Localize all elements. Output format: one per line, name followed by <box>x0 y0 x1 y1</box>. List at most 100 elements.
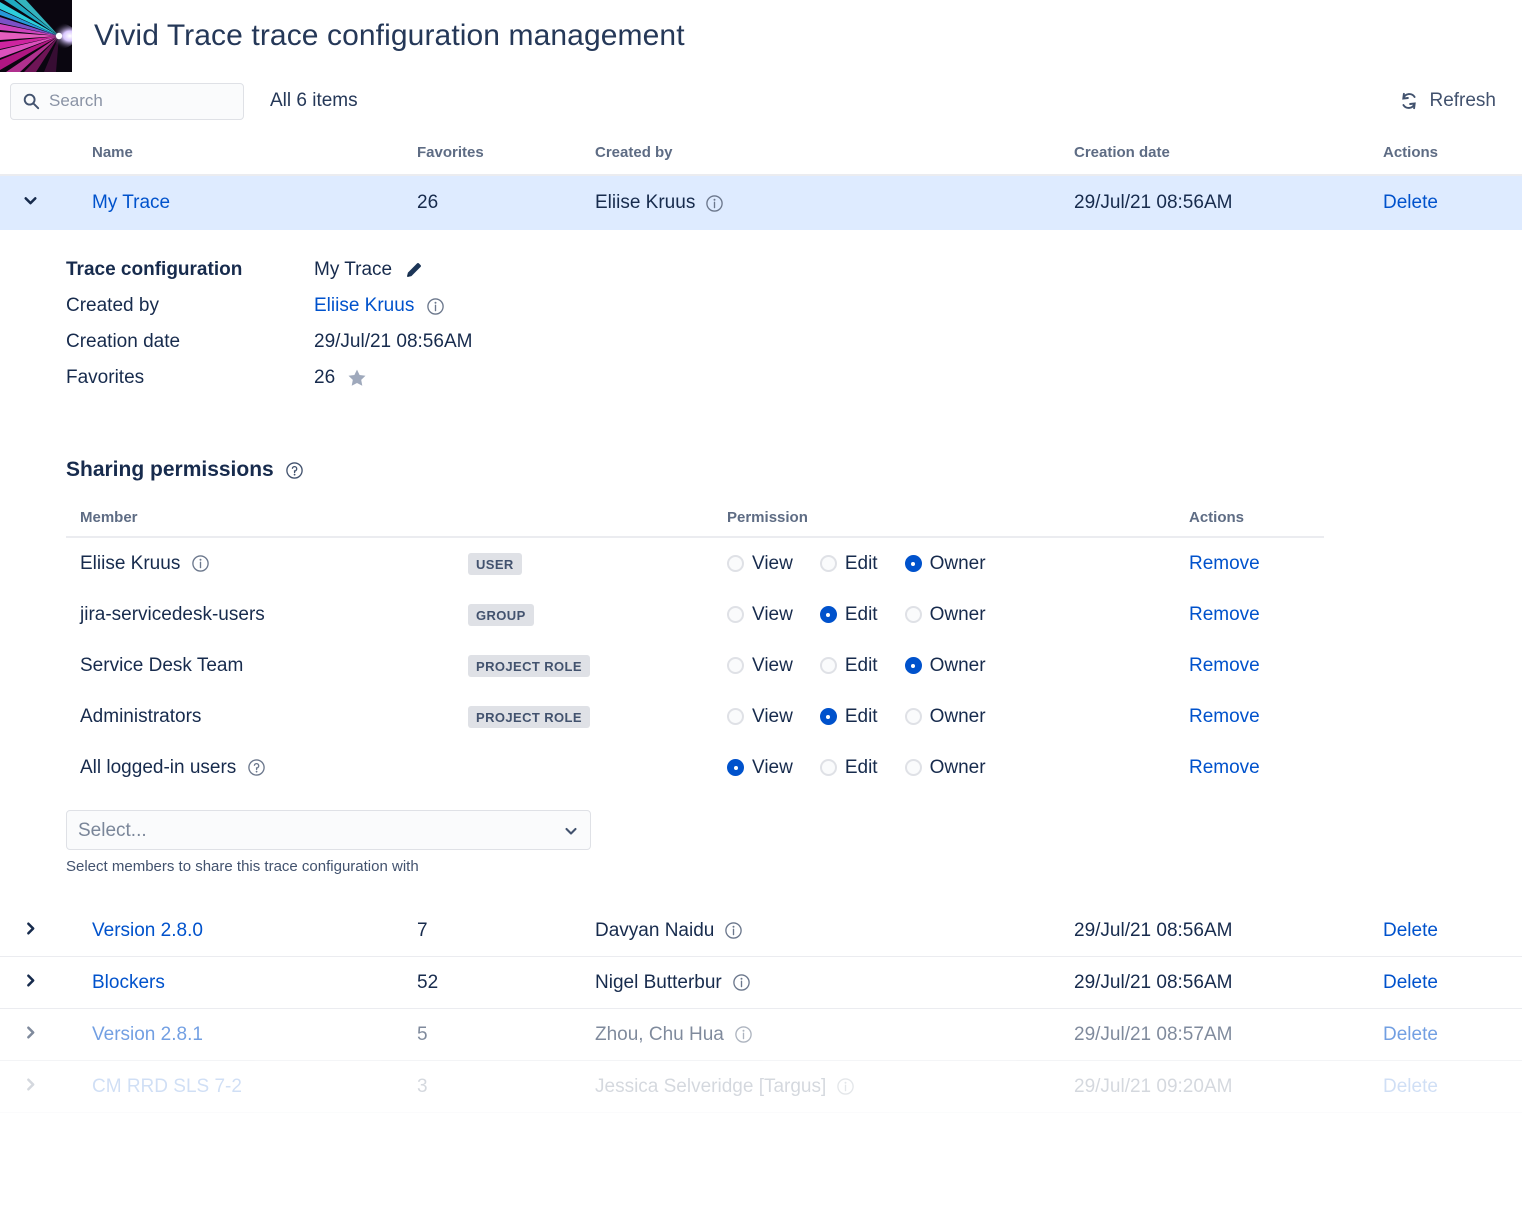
pencil-icon[interactable] <box>404 260 424 280</box>
add-member-select[interactable]: Select... <box>66 810 591 850</box>
add-member-select-wrap[interactable]: Select... <box>66 810 591 850</box>
row-expand-toggle[interactable] <box>0 1024 92 1046</box>
radio-edit[interactable]: Edit <box>819 603 878 626</box>
sharing-permissions-title: Sharing permissions <box>66 458 274 481</box>
chevron-down-icon <box>24 197 37 205</box>
info-icon[interactable] <box>836 1077 855 1096</box>
member-name: jira-servicedesk-users <box>80 603 265 625</box>
remove-link[interactable]: Remove <box>1189 706 1260 727</box>
radio-owner-indicator <box>904 759 922 776</box>
radio-edit-label: Edit <box>844 552 878 574</box>
radio-owner[interactable]: Owner <box>904 757 986 779</box>
column-header-creation-date: Creation date <box>1074 143 1170 161</box>
light-rays-logo-icon <box>0 0 72 72</box>
radio-view[interactable]: View <box>727 655 793 677</box>
help-icon[interactable] <box>285 461 304 480</box>
trace-name-link[interactable]: Version 2.8.1 <box>92 1024 203 1045</box>
row-expand-toggle[interactable] <box>0 920 92 942</box>
trace-name-link[interactable]: Version 2.8.0 <box>92 920 203 941</box>
member-type-badge: PROJECT ROLE <box>468 654 590 677</box>
delete-link[interactable]: Delete <box>1383 1024 1438 1045</box>
favorites-count: 52 <box>417 971 439 993</box>
radio-edit[interactable]: Edit <box>819 552 878 575</box>
refresh-button[interactable]: Refresh <box>1399 90 1496 112</box>
trace-name-link[interactable]: Blockers <box>92 972 165 993</box>
permission-row: Service Desk Team PROJECT ROLE View Edit… <box>66 640 1324 691</box>
info-icon[interactable] <box>191 554 210 573</box>
detail-trace-configuration: Trace configuration My Trace <box>66 252 1522 288</box>
radio-edit-indicator <box>819 708 837 725</box>
remove-link[interactable]: Remove <box>1189 604 1260 625</box>
app-header: Vivid Trace trace configuration manageme… <box>0 0 1522 72</box>
table-row[interactable]: Version 2.8.0 7 Davyan Naidu 29/Jul/21 0… <box>0 905 1522 957</box>
trace-name-link[interactable]: My Trace <box>92 192 170 213</box>
table-row[interactable]: Blockers 52 Nigel Butterbur 29/Jul/21 08… <box>0 957 1522 1009</box>
radio-edit[interactable]: Edit <box>819 706 878 728</box>
radio-view-indicator <box>727 657 744 674</box>
table-row[interactable]: Version 2.8.1 5 Zhou, Chu Hua 29/Jul/21 … <box>0 1009 1522 1061</box>
creation-date: 29/Jul/21 08:56AM <box>1074 971 1233 993</box>
radio-owner[interactable]: Owner <box>904 655 986 677</box>
permission-row: All logged-in users View Edit Owner Remo… <box>66 742 1324 793</box>
trace-name-link[interactable]: CM RRD SLS 7-2 <box>92 1076 242 1097</box>
radio-owner[interactable]: Owner <box>904 705 986 728</box>
delete-link[interactable]: Delete <box>1383 1076 1438 1097</box>
creation-date: 29/Jul/21 08:56AM <box>1074 192 1233 213</box>
radio-owner-indicator <box>904 708 922 725</box>
remove-link[interactable]: Remove <box>1189 757 1260 778</box>
radio-owner[interactable]: Owner <box>904 553 986 575</box>
radio-view[interactable]: View <box>727 757 793 779</box>
permission-row: jira-servicedesk-users GROUP View Edit O… <box>66 589 1324 640</box>
radio-edit-indicator <box>819 606 837 623</box>
radio-view[interactable]: View <box>727 706 793 728</box>
table-row[interactable]: My Trace 26 Eliise Kruus 29/Jul/21 08:56… <box>0 176 1522 230</box>
delete-link[interactable]: Delete <box>1383 192 1438 213</box>
column-header-permission: Permission <box>727 508 808 526</box>
remove-link[interactable]: Remove <box>1189 655 1260 676</box>
search-input[interactable] <box>10 82 244 120</box>
detail-favorites-label: Favorites <box>66 367 145 388</box>
info-icon[interactable] <box>705 194 724 213</box>
info-icon[interactable] <box>724 921 743 940</box>
radio-owner-label: Owner <box>929 603 986 625</box>
table-row[interactable]: CM RRD SLS 7-2 3 Jessica Selveridge [Tar… <box>0 1061 1522 1113</box>
created-by-name: Zhou, Chu Hua <box>595 1023 724 1045</box>
radio-edit-label: Edit <box>844 603 878 625</box>
search-box[interactable] <box>10 82 244 120</box>
radio-owner-label: Owner <box>929 705 986 727</box>
info-icon[interactable] <box>732 973 751 992</box>
detail-trace-configuration-value: My Trace <box>314 259 393 280</box>
column-header-actions: Actions <box>1383 143 1439 161</box>
radio-view-indicator <box>727 708 744 725</box>
created-by-name: Davyan Naidu <box>595 919 715 941</box>
radio-view-indicator <box>727 555 744 572</box>
radio-view[interactable]: View <box>727 553 793 575</box>
page-title: Vivid Trace trace configuration manageme… <box>94 19 685 52</box>
radio-view-label: View <box>752 603 793 625</box>
delete-link[interactable]: Delete <box>1383 972 1438 993</box>
row-expand-toggle[interactable] <box>0 192 92 214</box>
help-icon[interactable] <box>247 758 266 777</box>
row-expand-toggle[interactable] <box>0 1076 92 1098</box>
radio-view[interactable]: View <box>727 604 793 626</box>
info-icon[interactable] <box>734 1025 753 1044</box>
detail-created-by-label: Created by <box>66 295 159 316</box>
remove-link[interactable]: Remove <box>1189 553 1260 574</box>
creation-date: 29/Jul/21 08:57AM <box>1074 1023 1233 1045</box>
radio-owner[interactable]: Owner <box>904 603 986 626</box>
detail-creation-date: Creation date 29/Jul/21 08:56AM <box>66 324 1522 360</box>
radio-owner-indicator <box>904 657 922 674</box>
refresh-icon <box>1402 92 1417 110</box>
detail-created-by-link[interactable]: Eliise Kruus <box>314 295 414 317</box>
radio-edit[interactable]: Edit <box>819 757 878 779</box>
info-icon[interactable] <box>426 297 445 316</box>
delete-link[interactable]: Delete <box>1383 920 1438 941</box>
radio-view-label: View <box>752 654 793 676</box>
radio-edit[interactable]: Edit <box>819 655 878 677</box>
chevron-right-icon <box>27 973 35 987</box>
chevron-right-icon <box>27 1025 35 1039</box>
refresh-label: Refresh <box>1429 90 1496 111</box>
row-expand-toggle[interactable] <box>0 972 92 994</box>
permissions-header-row: Member Permission Actions <box>66 498 1324 538</box>
permission-row: Eliise Kruus USER View Edit Owner Remove <box>66 538 1324 589</box>
